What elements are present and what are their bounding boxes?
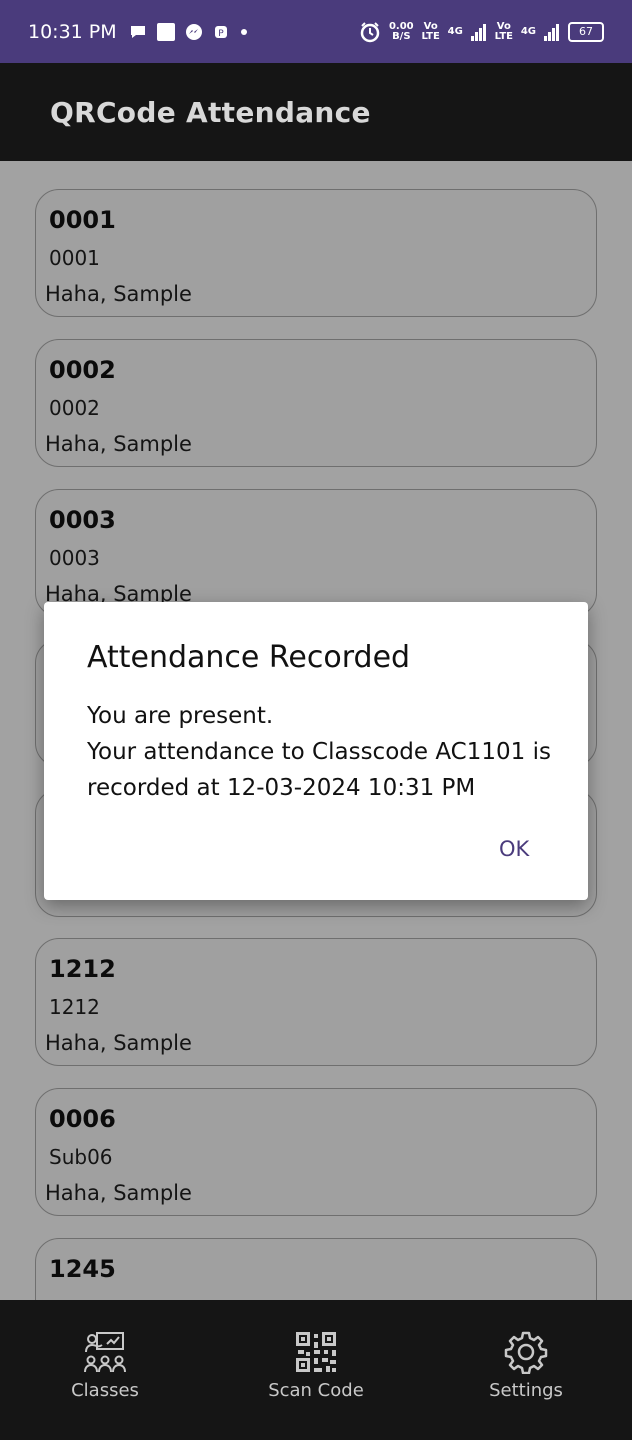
class-card[interactable]: 0006 Sub06 Haha, Sample (35, 1088, 597, 1216)
battery-level: 67 (579, 25, 593, 38)
attendance-dialog: Attendance Recorded You are present. You… (44, 602, 588, 900)
bottom-navigation: Classes Scan Code Settings (0, 1300, 632, 1440)
class-card[interactable]: 0002 0002 Haha, Sample (35, 339, 597, 467)
nav-item-scan-code[interactable]: Scan Code (236, 1330, 396, 1401)
app-notification-icon: P (214, 25, 227, 39)
dialog-message-line1: You are present. (87, 703, 274, 729)
nav-item-settings[interactable]: Settings (446, 1330, 606, 1401)
class-subject: 0002 (49, 396, 100, 420)
nav-label-scan-code: Scan Code (268, 1380, 364, 1401)
class-subject: 0001 (49, 246, 100, 270)
class-names: Haha, Sample (45, 1181, 192, 1205)
dialog-message: You are present. Your attendance to Clas… (87, 698, 557, 806)
status-bar: 10:31 PM P 0.00 B/S Vo LTE 4G Vo LTE 4G … (0, 0, 632, 63)
classes-icon (84, 1332, 126, 1373)
volte-indicator-2: Vo LTE (494, 20, 514, 42)
alarm-icon (360, 21, 380, 42)
app-title: QRCode Attendance (50, 95, 371, 129)
network-type-2: 4G (520, 26, 536, 37)
square-notification-icon (156, 22, 175, 41)
nav-label-classes: Classes (71, 1380, 139, 1401)
volte-indicator-1: Vo LTE (421, 20, 440, 42)
system-icons: 0.00 B/S Vo LTE 4G Vo LTE 4G 67 (359, 21, 604, 43)
qr-code-icon (296, 1332, 336, 1372)
class-names: Haha, Sample (45, 282, 192, 306)
class-card[interactable]: 0001 0001 Haha, Sample (35, 189, 597, 317)
signal-icon-2 (544, 23, 559, 41)
class-card[interactable]: 1212 1212 Haha, Sample (35, 938, 597, 1066)
class-code: 0001 (49, 206, 116, 234)
class-subject: 0003 (49, 546, 100, 570)
class-card[interactable]: 1245 (35, 1238, 597, 1300)
class-names: Haha, Sample (45, 1031, 192, 1055)
class-names: Haha, Sample (45, 432, 192, 456)
class-code: 0003 (49, 506, 116, 534)
battery-icon: 67 (568, 21, 604, 42)
dialog-title: Attendance Recorded (87, 640, 411, 675)
network-type-1: 4G (447, 26, 463, 37)
network-speed-unit: B/S (392, 30, 411, 42)
network-speed-value: 0.00 (388, 20, 414, 32)
notification-icons: P (129, 22, 249, 41)
more-dot-icon (240, 28, 247, 35)
class-code: 0006 (49, 1105, 116, 1133)
status-time: 10:31 PM (28, 20, 117, 43)
nav-label-settings: Settings (489, 1380, 563, 1401)
class-code: 0002 (49, 356, 116, 384)
chat-bubble-icon (130, 25, 145, 38)
ok-button[interactable]: OK (499, 837, 529, 861)
class-code: 1212 (49, 955, 116, 983)
svg-text:P: P (218, 29, 224, 39)
nav-item-classes[interactable]: Classes (25, 1330, 185, 1401)
signal-icon-1 (470, 23, 486, 41)
class-subject: 1212 (49, 995, 100, 1019)
gear-icon (504, 1331, 548, 1374)
dialog-message-line2: Your attendance to Classcode AC1101 is r… (87, 739, 551, 801)
class-subject: Sub06 (49, 1145, 113, 1169)
class-code: 1245 (49, 1255, 116, 1283)
class-card[interactable]: 0003 0003 Haha, Sample (35, 489, 597, 617)
network-speed: 0.00 B/S (388, 20, 414, 42)
messenger-icon (185, 23, 202, 40)
app-bar: QRCode Attendance (0, 63, 632, 161)
